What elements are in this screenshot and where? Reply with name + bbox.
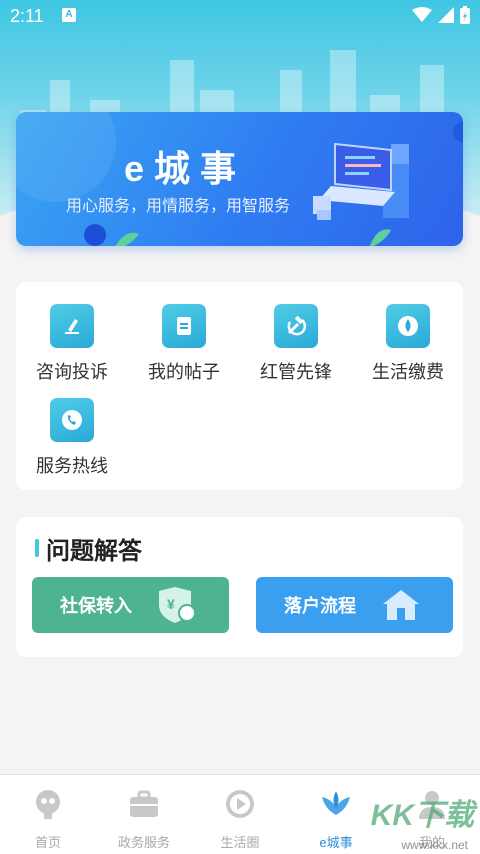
tab-home[interactable]: 首页 xyxy=(0,787,96,851)
button-label: 社保转入 xyxy=(60,596,132,616)
faq-title: 问题解答 xyxy=(46,538,142,565)
laptop-illustration-icon xyxy=(313,142,409,220)
tab-e-city[interactable]: e城事 xyxy=(288,787,384,851)
watermark-logo: KK下载 xyxy=(370,799,474,832)
play-circle-icon xyxy=(226,790,254,818)
document-icon xyxy=(162,304,206,348)
home-mascot-icon xyxy=(36,790,60,819)
banner-dot xyxy=(453,122,463,142)
battery-icon xyxy=(460,6,470,24)
banner-subtitle: 用心服务，用情服务，用智服务 xyxy=(66,198,291,215)
service-red-pioneer[interactable]: 红管先锋 xyxy=(240,304,352,384)
banner-decor xyxy=(16,112,116,202)
section-accent-bar xyxy=(35,539,39,557)
tab-label: 首页 xyxy=(34,835,61,850)
service-label: 我的帖子 xyxy=(148,362,220,382)
hammer-sickle-icon xyxy=(274,304,318,348)
service-utility-payment[interactable]: 生活缴费 xyxy=(352,304,464,384)
pen-note-icon xyxy=(50,304,94,348)
banner-dot xyxy=(84,224,106,246)
watermark-url: www.kkx.net xyxy=(401,838,468,852)
wifi-icon xyxy=(412,7,432,22)
house-icon xyxy=(383,590,419,620)
phone-icon xyxy=(50,398,94,442)
briefcase-icon xyxy=(130,790,158,817)
faq-card: 问题解答 社保转入 ¥ 落户流程 xyxy=(16,517,463,657)
svg-text:¥: ¥ xyxy=(167,596,175,612)
service-label: 服务热线 xyxy=(36,456,108,476)
notification-icon: A xyxy=(62,8,76,22)
banner[interactable]: e城事 用心服务，用情服务，用智服务 xyxy=(16,112,463,246)
status-time: 2:11 xyxy=(10,6,44,26)
status-icons xyxy=(412,6,470,24)
service-label: 生活缴费 xyxy=(372,362,444,382)
signal-icon xyxy=(438,7,454,23)
household-registration-button[interactable]: 落户流程 xyxy=(256,577,453,633)
tab-label: 政务服务 xyxy=(117,835,170,850)
leaf-icon xyxy=(369,229,391,246)
tab-label: e城事 xyxy=(319,835,353,850)
tab-life-circle[interactable]: 生活圈 xyxy=(192,787,288,851)
tab-gov-services[interactable]: 政务服务 xyxy=(96,787,192,851)
button-label: 落户流程 xyxy=(284,596,356,616)
service-label: 咨询投诉 xyxy=(36,362,108,382)
service-label: 红管先锋 xyxy=(260,362,332,382)
water-drop-icon xyxy=(386,304,430,348)
shield-yuan-icon: ¥ xyxy=(159,587,196,623)
banner-title: e城事 xyxy=(124,148,247,189)
tab-label: 生活圈 xyxy=(220,835,260,850)
service-hotline[interactable]: 服务热线 xyxy=(16,398,128,478)
service-my-posts[interactable]: 我的帖子 xyxy=(128,304,240,384)
leaf-icon xyxy=(115,232,139,246)
service-consult-complaint[interactable]: 咨询投诉 xyxy=(16,304,128,384)
services-card: 咨询投诉 我的帖子 红管先锋 生活缴费 服务热线 xyxy=(16,282,463,490)
social-security-transfer-button[interactable]: 社保转入 ¥ xyxy=(32,577,229,633)
status-bar: 2:11 A xyxy=(0,0,480,32)
lotus-icon xyxy=(322,791,350,815)
